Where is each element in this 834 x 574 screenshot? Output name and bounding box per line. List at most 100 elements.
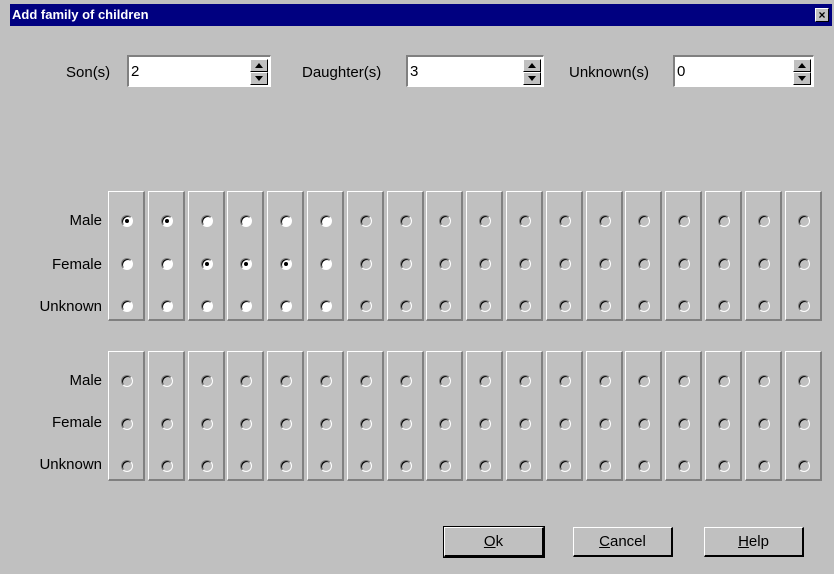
radio-female[interactable] — [240, 258, 252, 270]
radio-unknown[interactable] — [718, 460, 730, 472]
radio-unknown[interactable] — [519, 300, 531, 312]
radio-unknown[interactable] — [439, 460, 451, 472]
radio-male[interactable] — [240, 215, 252, 227]
radio-unknown[interactable] — [280, 460, 292, 472]
radio-unknown[interactable] — [599, 300, 611, 312]
radio-female[interactable] — [439, 418, 451, 430]
radio-female[interactable] — [678, 418, 690, 430]
daughters-input[interactable]: 3 — [410, 63, 418, 80]
unknowns-input[interactable]: 0 — [677, 63, 685, 80]
radio-unknown[interactable] — [678, 460, 690, 472]
ok-button[interactable]: Ok — [443, 526, 545, 558]
radio-male[interactable] — [280, 375, 292, 387]
radio-male[interactable] — [758, 215, 770, 227]
radio-male[interactable] — [638, 215, 650, 227]
sons-increment-button[interactable] — [250, 59, 268, 72]
radio-male[interactable] — [599, 375, 611, 387]
radio-male[interactable] — [439, 215, 451, 227]
radio-female[interactable] — [758, 418, 770, 430]
radio-unknown[interactable] — [758, 460, 770, 472]
radio-unknown[interactable] — [320, 300, 332, 312]
radio-female[interactable] — [798, 418, 810, 430]
radio-female[interactable] — [439, 258, 451, 270]
unknowns-increment-button[interactable] — [793, 59, 811, 72]
radio-female[interactable] — [479, 418, 491, 430]
radio-female[interactable] — [718, 418, 730, 430]
cancel-button[interactable]: Cancel — [573, 527, 673, 557]
radio-male[interactable] — [479, 215, 491, 227]
radio-male[interactable] — [718, 375, 730, 387]
radio-unknown[interactable] — [559, 460, 571, 472]
radio-female[interactable] — [559, 258, 571, 270]
radio-female[interactable] — [320, 418, 332, 430]
daughters-increment-button[interactable] — [523, 59, 541, 72]
daughters-spinner[interactable]: 3 — [406, 55, 544, 87]
radio-male[interactable] — [599, 215, 611, 227]
radio-female[interactable] — [599, 258, 611, 270]
help-button[interactable]: Help — [704, 527, 804, 557]
radio-male[interactable] — [360, 375, 372, 387]
radio-male[interactable] — [360, 215, 372, 227]
unknowns-spinner[interactable]: 0 — [673, 55, 814, 87]
radio-male[interactable] — [320, 215, 332, 227]
radio-unknown[interactable] — [320, 460, 332, 472]
radio-female[interactable] — [201, 418, 213, 430]
radio-unknown[interactable] — [360, 300, 372, 312]
radio-unknown[interactable] — [638, 460, 650, 472]
radio-male[interactable] — [678, 215, 690, 227]
radio-male[interactable] — [559, 375, 571, 387]
radio-unknown[interactable] — [798, 460, 810, 472]
radio-female[interactable] — [201, 258, 213, 270]
radio-female[interactable] — [798, 258, 810, 270]
radio-female[interactable] — [599, 418, 611, 430]
sons-decrement-button[interactable] — [250, 72, 268, 85]
radio-female[interactable] — [718, 258, 730, 270]
radio-unknown[interactable] — [121, 300, 133, 312]
radio-male[interactable] — [121, 215, 133, 227]
radio-female[interactable] — [161, 258, 173, 270]
radio-unknown[interactable] — [400, 300, 412, 312]
radio-male[interactable] — [161, 375, 173, 387]
unknowns-decrement-button[interactable] — [793, 72, 811, 85]
radio-unknown[interactable] — [240, 460, 252, 472]
radio-unknown[interactable] — [678, 300, 690, 312]
radio-unknown[interactable] — [758, 300, 770, 312]
radio-male[interactable] — [280, 215, 292, 227]
radio-male[interactable] — [201, 375, 213, 387]
radio-female[interactable] — [360, 418, 372, 430]
radio-male[interactable] — [240, 375, 252, 387]
radio-unknown[interactable] — [519, 460, 531, 472]
radio-female[interactable] — [559, 418, 571, 430]
close-button[interactable]: × — [815, 8, 829, 22]
radio-unknown[interactable] — [280, 300, 292, 312]
radio-unknown[interactable] — [161, 460, 173, 472]
radio-female[interactable] — [280, 418, 292, 430]
radio-female[interactable] — [479, 258, 491, 270]
radio-female[interactable] — [240, 418, 252, 430]
radio-unknown[interactable] — [479, 460, 491, 472]
radio-female[interactable] — [161, 418, 173, 430]
radio-female[interactable] — [758, 258, 770, 270]
radio-unknown[interactable] — [240, 300, 252, 312]
radio-unknown[interactable] — [798, 300, 810, 312]
radio-unknown[interactable] — [161, 300, 173, 312]
title-bar[interactable]: Add family of children × — [10, 4, 832, 26]
radio-male[interactable] — [559, 215, 571, 227]
radio-male[interactable] — [400, 375, 412, 387]
radio-female[interactable] — [638, 258, 650, 270]
radio-female[interactable] — [519, 418, 531, 430]
radio-male[interactable] — [798, 375, 810, 387]
radio-male[interactable] — [519, 375, 531, 387]
radio-unknown[interactable] — [439, 300, 451, 312]
sons-input[interactable]: 2 — [131, 63, 139, 80]
radio-female[interactable] — [320, 258, 332, 270]
radio-male[interactable] — [121, 375, 133, 387]
radio-male[interactable] — [519, 215, 531, 227]
radio-male[interactable] — [638, 375, 650, 387]
radio-female[interactable] — [121, 418, 133, 430]
radio-male[interactable] — [718, 215, 730, 227]
radio-male[interactable] — [798, 215, 810, 227]
radio-female[interactable] — [400, 258, 412, 270]
radio-unknown[interactable] — [201, 460, 213, 472]
radio-unknown[interactable] — [400, 460, 412, 472]
